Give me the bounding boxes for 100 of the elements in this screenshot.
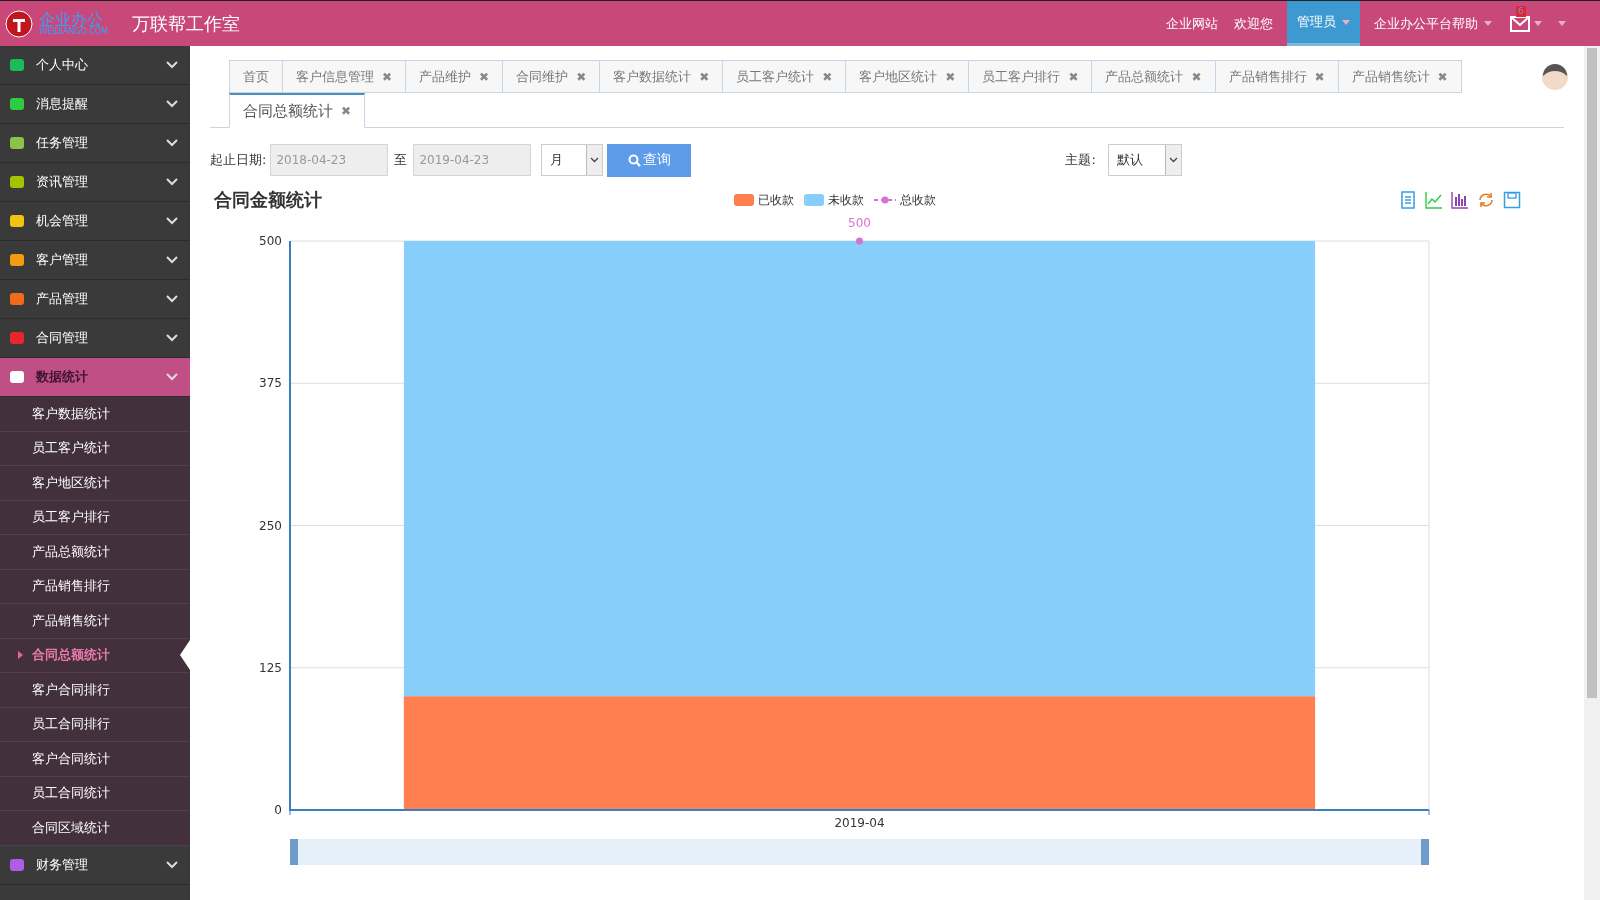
tab[interactable]: 员工客户排行 ✖ bbox=[968, 60, 1093, 93]
submenu-item[interactable]: 客户地区统计 bbox=[0, 466, 190, 501]
query-button[interactable]: 查询 bbox=[607, 143, 692, 177]
close-icon[interactable]: ✖ bbox=[1314, 69, 1325, 84]
y-tick-label: 125 bbox=[259, 660, 282, 675]
close-icon[interactable]: ✖ bbox=[822, 69, 833, 84]
close-icon[interactable]: ✖ bbox=[945, 69, 956, 84]
close-icon[interactable]: ✖ bbox=[479, 69, 490, 84]
tab[interactable]: 产品销售统计 ✖ bbox=[1337, 60, 1462, 93]
nav-link[interactable]: 企业办公平台帮助 bbox=[1366, 1, 1500, 46]
tab[interactable]: 合同总额统计 ✖ bbox=[229, 93, 366, 128]
tab[interactable]: 员工客户统计 ✖ bbox=[722, 60, 847, 93]
sidebar-item[interactable]: 机会管理 bbox=[0, 202, 190, 241]
legend-swatch[interactable] bbox=[734, 194, 754, 206]
chevron-icon bbox=[166, 217, 178, 225]
logo-text: 企业办公 bbox=[39, 11, 103, 28]
period-select[interactable]: 月 bbox=[541, 144, 604, 176]
close-icon[interactable]: ✖ bbox=[1068, 69, 1079, 84]
sidebar-item[interactable]: 消息提醒 bbox=[0, 85, 190, 124]
data-view-icon[interactable] bbox=[1399, 191, 1417, 209]
chevron-icon bbox=[166, 61, 178, 69]
submenu-item[interactable]: 员工合同统计 bbox=[0, 776, 190, 811]
save-icon[interactable] bbox=[1503, 191, 1521, 209]
close-icon[interactable]: ✖ bbox=[1191, 69, 1202, 84]
tab[interactable]: 合同维护 ✖ bbox=[502, 60, 601, 93]
legend-swatch[interactable] bbox=[874, 194, 896, 206]
chevron-icon bbox=[166, 178, 178, 186]
tab[interactable]: 产品销售排行 ✖ bbox=[1214, 60, 1339, 93]
menu-icon bbox=[8, 369, 26, 385]
submenu-item[interactable]: 员工客户统计 bbox=[0, 431, 190, 466]
close-icon[interactable]: ✖ bbox=[699, 69, 710, 84]
tab[interactable]: 产品维护 ✖ bbox=[405, 60, 504, 93]
chevron-icon bbox=[1168, 157, 1178, 163]
menu-icon bbox=[8, 57, 26, 73]
nav-link[interactable]: 管理员 bbox=[1287, 1, 1360, 46]
bar-chart-icon[interactable] bbox=[1451, 191, 1469, 209]
sidebar-item[interactable]: 产品管理 bbox=[0, 280, 190, 319]
chevron-icon bbox=[166, 256, 178, 264]
chevron-icon bbox=[166, 334, 178, 342]
refresh-icon[interactable] bbox=[1477, 191, 1495, 209]
legend-label[interactable]: 总收款 bbox=[900, 191, 936, 209]
close-icon[interactable]: ✖ bbox=[341, 104, 352, 118]
menu-icon bbox=[8, 174, 26, 190]
close-icon[interactable]: ✖ bbox=[576, 69, 587, 84]
menu-icon bbox=[8, 213, 26, 229]
search-icon bbox=[627, 153, 641, 167]
legend-label[interactable]: 已收款 bbox=[758, 191, 794, 209]
end-date-field[interactable]: 2019-04-23 bbox=[413, 144, 532, 176]
sidebar-item[interactable]: 个人中心 bbox=[0, 46, 190, 85]
submenu-item[interactable]: 产品销售统计 bbox=[0, 604, 190, 639]
sidebar-item[interactable]: 任务管理 bbox=[0, 124, 190, 163]
submenu-item[interactable]: 员工客户排行 bbox=[0, 500, 190, 535]
logo-subtext: WEIDIANGO.COM bbox=[39, 27, 108, 36]
close-icon[interactable]: ✖ bbox=[382, 69, 393, 84]
tab[interactable]: 客户信息管理 ✖ bbox=[282, 60, 407, 93]
scrollbar[interactable] bbox=[1584, 46, 1600, 900]
submenu-item[interactable]: 合同总额统计 bbox=[0, 638, 190, 673]
nav-link[interactable]: 欢迎您 bbox=[1226, 1, 1281, 46]
submenu-item[interactable]: 合同区域统计 bbox=[0, 811, 190, 846]
y-tick-label: 0 bbox=[274, 803, 282, 817]
data-point[interactable] bbox=[856, 237, 863, 245]
mail-badge: 6 bbox=[1516, 6, 1526, 17]
start-date-field[interactable]: 2018-04-23 bbox=[270, 144, 389, 176]
submenu-item[interactable]: 产品销售排行 bbox=[0, 569, 190, 604]
y-tick-label: 500 bbox=[259, 234, 282, 248]
y-tick-label: 250 bbox=[259, 518, 282, 533]
tab[interactable]: 产品总额统计 ✖ bbox=[1091, 60, 1216, 93]
legend-label[interactable]: 未收款 bbox=[828, 191, 864, 209]
submenu-item[interactable]: 员工合同排行 bbox=[0, 707, 190, 742]
close-icon[interactable]: ✖ bbox=[1437, 69, 1448, 84]
sidebar-item[interactable]: 财务管理 bbox=[0, 845, 190, 885]
avatar-icon[interactable] bbox=[1540, 62, 1570, 92]
sidebar-item[interactable]: 客户管理 bbox=[0, 241, 190, 280]
sidebar-item[interactable]: 资讯管理 bbox=[0, 163, 190, 202]
menu-icon bbox=[8, 96, 26, 112]
theme-select[interactable]: 默认 bbox=[1107, 144, 1182, 176]
to-label: 至 bbox=[394, 151, 408, 169]
tab[interactable]: 客户数据统计 ✖ bbox=[599, 60, 724, 93]
caret-icon[interactable] bbox=[1558, 21, 1566, 26]
zoom-slider[interactable] bbox=[290, 839, 1429, 865]
pointer-notch bbox=[180, 640, 190, 671]
chart-title: 合同金额统计 bbox=[213, 188, 323, 212]
data-label: 500 bbox=[848, 216, 871, 230]
legend-swatch[interactable] bbox=[804, 194, 824, 206]
submenu-item[interactable]: 客户合同排行 bbox=[0, 673, 190, 708]
menu-icon bbox=[8, 252, 26, 268]
chevron-icon bbox=[166, 860, 178, 869]
submenu-item[interactable]: 产品总额统计 bbox=[0, 535, 190, 570]
chevron-icon bbox=[166, 373, 178, 381]
submenu-item[interactable]: 客户数据统计 bbox=[0, 397, 190, 432]
tab[interactable]: 客户地区统计 ✖ bbox=[845, 60, 970, 93]
tab[interactable]: 首页 bbox=[229, 60, 283, 93]
sidebar-item[interactable]: 数据统计 bbox=[0, 358, 190, 397]
line-chart-icon[interactable] bbox=[1425, 191, 1443, 209]
submenu-item[interactable]: 客户合同统计 bbox=[0, 742, 190, 777]
x-tick-label: 2019-04 bbox=[834, 816, 885, 830]
date-range-label: 起止日期: bbox=[210, 151, 267, 169]
chevron-icon bbox=[166, 100, 178, 108]
nav-link[interactable]: 企业网站 bbox=[1158, 1, 1226, 46]
app-title: 万联帮工作室 bbox=[131, 11, 240, 36]
